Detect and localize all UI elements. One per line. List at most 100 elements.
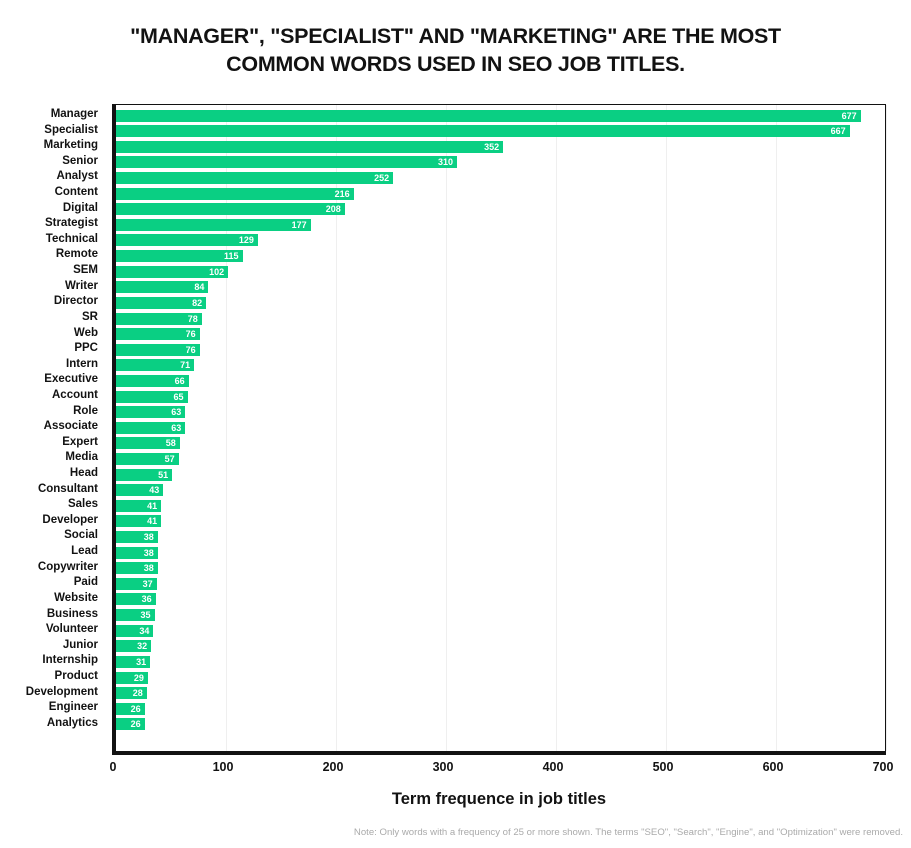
- bar[interactable]: 667: [116, 125, 850, 138]
- bar-value-label: 26: [130, 719, 141, 730]
- x-tick-label: 700: [872, 760, 894, 774]
- category-label: Specialist: [44, 123, 98, 136]
- category-label: Manager: [50, 108, 98, 120]
- bar-row: 252: [116, 170, 885, 186]
- category-label: SEM: [73, 264, 98, 277]
- page-title: "MANAGER", "SPECIALIST" AND "MARKETING" …: [40, 22, 871, 78]
- bar[interactable]: 84: [116, 281, 209, 294]
- bar[interactable]: 41: [116, 499, 162, 512]
- category-label: Website: [54, 591, 98, 604]
- bar[interactable]: 32: [116, 640, 152, 653]
- bar[interactable]: 78: [116, 312, 202, 325]
- bar[interactable]: 38: [116, 562, 158, 575]
- bar[interactable]: 26: [116, 718, 145, 731]
- bar-row: 677: [116, 108, 885, 124]
- bar-value-label: 38: [143, 532, 154, 543]
- bar-row: 63: [116, 405, 885, 421]
- category-label: Writer: [64, 279, 98, 292]
- category-label: Head: [69, 467, 98, 480]
- bar-row: 102: [116, 264, 885, 280]
- bar-value-label: 36: [141, 594, 152, 605]
- bar[interactable]: 34: [116, 624, 154, 637]
- bar-row: 35: [116, 608, 885, 624]
- bar[interactable]: 43: [116, 484, 164, 497]
- bar[interactable]: 115: [116, 250, 243, 263]
- bar[interactable]: 76: [116, 343, 200, 356]
- bar-value-label: 677: [841, 110, 857, 121]
- bar[interactable]: 66: [116, 374, 189, 387]
- bars-container: 677 667 352 310 252 216 208 177 129 115 102 84 82 78 7…: [116, 108, 885, 754]
- bar-chart-figure: "MANAGER", "SPECIALIST" AND "MARKETING" …: [0, 0, 911, 848]
- category-label: Director: [53, 295, 98, 308]
- bar-value-label: 208: [325, 204, 341, 215]
- title-line-2: COMMON WORDS USED IN SEO JOB TITLES.: [226, 52, 685, 76]
- x-tick-label: 500: [652, 760, 674, 774]
- bar[interactable]: 63: [116, 406, 186, 419]
- bar[interactable]: 76: [116, 328, 200, 341]
- bar[interactable]: 36: [116, 593, 156, 606]
- chart-footnote: Note: Only words with a frequency of 25 …: [353, 827, 903, 838]
- bar-value-label: 352: [484, 141, 500, 152]
- bar-row: 34: [116, 623, 885, 639]
- bar[interactable]: 38: [116, 546, 158, 559]
- category-label: Social: [64, 529, 98, 542]
- bar-value-label: 115: [223, 251, 239, 262]
- bar-value-label: 71: [180, 360, 191, 371]
- bar-value-label: 65: [173, 391, 184, 402]
- bar[interactable]: 677: [116, 109, 861, 122]
- bar-row: 78: [116, 311, 885, 327]
- bar[interactable]: 82: [116, 296, 207, 309]
- bar[interactable]: 38: [116, 531, 158, 544]
- bar[interactable]: 57: [116, 453, 179, 465]
- category-label: Lead: [71, 545, 98, 558]
- bar-row: 115: [116, 248, 885, 264]
- bar-value-label: 34: [139, 625, 150, 636]
- bar[interactable]: 35: [116, 609, 155, 622]
- category-label: Internship: [42, 654, 98, 667]
- bar[interactable]: 58: [116, 437, 180, 450]
- category-label: Marketing: [43, 139, 98, 152]
- bar[interactable]: 208: [116, 203, 345, 216]
- bar-row: 76: [116, 327, 885, 343]
- bar[interactable]: 71: [116, 359, 195, 372]
- bar[interactable]: 102: [116, 265, 229, 278]
- bar-row: 71: [116, 358, 885, 374]
- category-label: SR: [82, 310, 98, 323]
- category-axis-labels: Manager Specialist Marketing Senior Analyst C…: [0, 107, 105, 758]
- x-tick-label: 300: [432, 760, 454, 774]
- x-axis-title: Term frequence in job titles: [391, 790, 607, 808]
- category-label: Copywriter: [37, 560, 98, 573]
- bar-row: 82: [116, 295, 885, 311]
- bar-value-label: 84: [194, 282, 205, 293]
- bar-row: 36: [116, 592, 885, 608]
- bar[interactable]: 37: [116, 577, 157, 590]
- bar[interactable]: 63: [116, 421, 186, 434]
- bar-value-label: 43: [149, 485, 160, 496]
- category-label: Consultant: [37, 482, 98, 495]
- bar[interactable]: 51: [116, 468, 173, 481]
- bar[interactable]: 29: [116, 671, 148, 684]
- category-label: Account: [52, 388, 98, 401]
- bar[interactable]: 252: [116, 172, 394, 185]
- bar[interactable]: 41: [116, 515, 162, 528]
- bar[interactable]: 65: [116, 390, 188, 403]
- bar[interactable]: 31: [116, 655, 151, 668]
- bar-value-label: 38: [143, 563, 154, 574]
- bar-value-label: 82: [192, 297, 203, 308]
- category-label: Paid: [73, 576, 98, 589]
- bar-value-label: 41: [147, 500, 158, 511]
- bar[interactable]: 26: [116, 702, 145, 715]
- bar-value-label: 216: [334, 188, 350, 199]
- bar-value-label: 29: [133, 672, 144, 683]
- bar[interactable]: 129: [116, 234, 258, 247]
- bar[interactable]: 177: [116, 218, 311, 231]
- bar-row: 38: [116, 529, 885, 545]
- bar-value-label: 76: [185, 344, 196, 355]
- value-axis-ticks: 0 100 200 300 400 500 600 700: [110, 760, 894, 780]
- bar[interactable]: 352: [116, 140, 504, 153]
- bar-row: 32: [116, 639, 885, 655]
- bar-row: 84: [116, 280, 885, 296]
- bar[interactable]: 310: [116, 156, 457, 169]
- bar[interactable]: 28: [116, 687, 147, 700]
- bar[interactable]: 216: [116, 187, 354, 200]
